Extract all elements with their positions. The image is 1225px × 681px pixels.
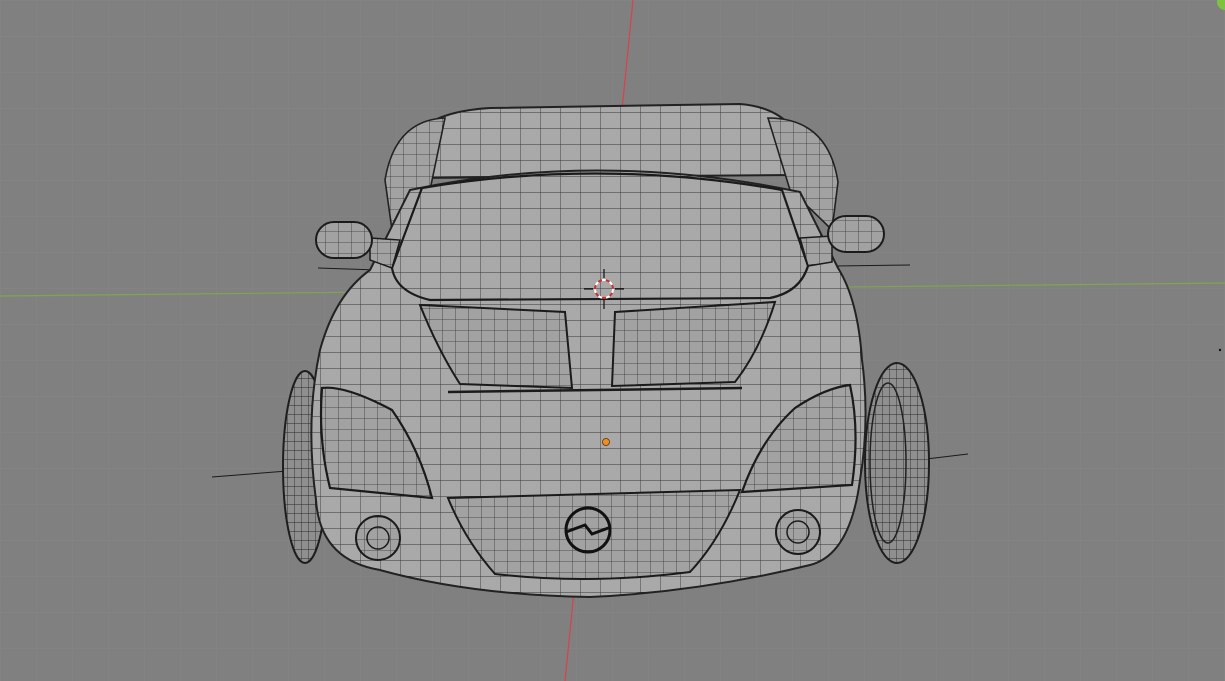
fog-light-right (775, 509, 821, 555)
object-origin-dot[interactable] (602, 438, 610, 446)
roof-panel (403, 102, 807, 180)
3d-viewport[interactable] (0, 0, 1225, 681)
viewport-dot (1218, 348, 1222, 352)
fog-light-left (355, 515, 401, 561)
viewport-canvas[interactable] (0, 0, 1225, 681)
